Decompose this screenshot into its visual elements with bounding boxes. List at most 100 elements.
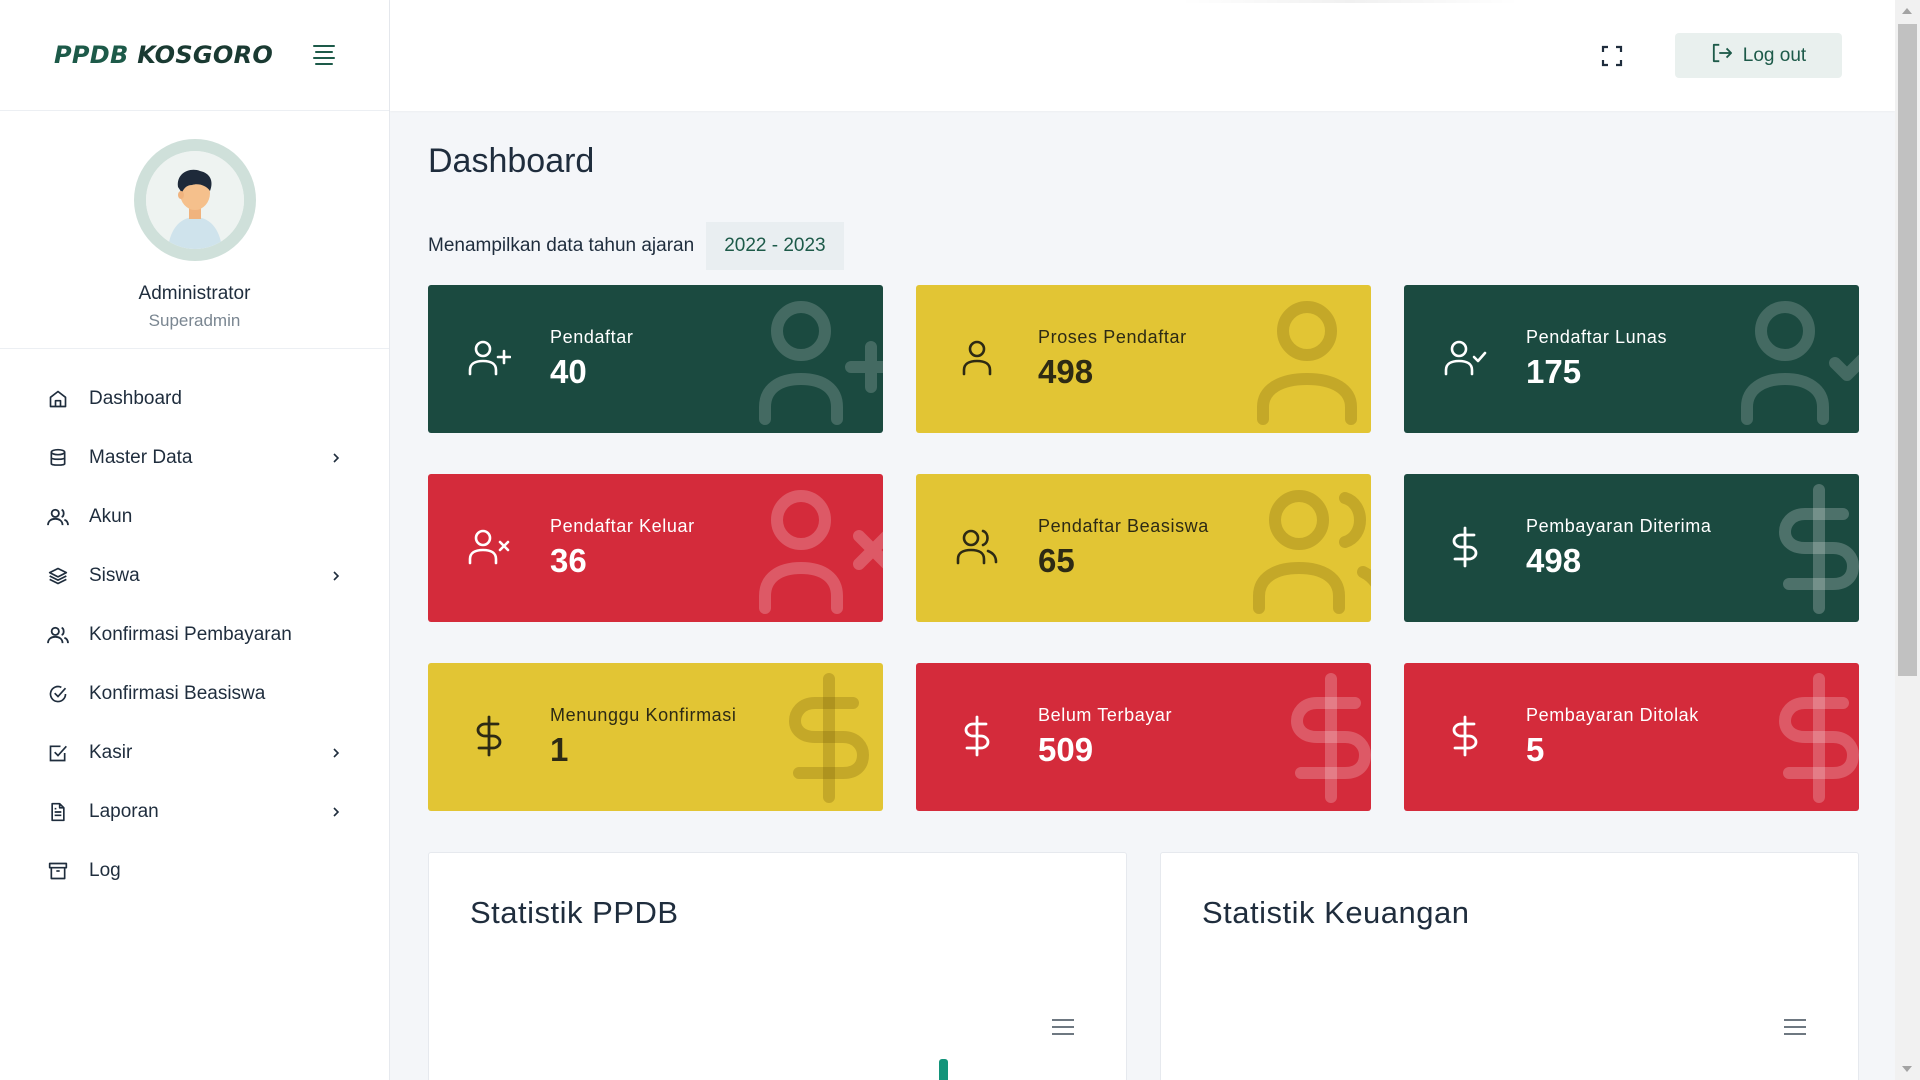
user-check-watermark-icon bbox=[1729, 295, 1859, 425]
sidebar-item-akun[interactable]: Akun bbox=[0, 487, 389, 546]
card-value: 509 bbox=[1038, 731, 1094, 768]
chevron-right-icon bbox=[329, 805, 343, 819]
fullscreen-icon[interactable] bbox=[1600, 44, 1624, 68]
logout-button[interactable]: Log out bbox=[1675, 33, 1842, 78]
sidebar: PPDB KOSGORO Administrator Superadmin Da… bbox=[0, 0, 390, 1080]
user-watermark-icon bbox=[1241, 295, 1371, 425]
card-title: Pembayaran Ditolak bbox=[1526, 705, 1699, 725]
card-value: 36 bbox=[550, 542, 587, 579]
card-pendaftar-beasiswa[interactable]: Pendaftar Beasiswa 65 bbox=[916, 474, 1371, 622]
sidebar-item-label: Kasir bbox=[89, 741, 133, 763]
users-icon bbox=[46, 505, 70, 529]
dollar-icon bbox=[466, 713, 512, 759]
card-title: Pendaftar Beasiswa bbox=[1038, 516, 1209, 536]
card-title: Menunggu Konfirmasi bbox=[550, 705, 737, 725]
sidebar-menu: Dashboard Master Data Akun Siswa Konfirm… bbox=[0, 349, 389, 900]
avatar bbox=[133, 139, 256, 261]
dollar-icon bbox=[954, 713, 1000, 759]
chart-bar bbox=[939, 1059, 948, 1080]
card-title: Pendaftar Lunas bbox=[1526, 327, 1668, 347]
sidebar-item-label: Dashboard bbox=[89, 387, 182, 409]
card-value: 498 bbox=[1526, 542, 1582, 579]
dollar-watermark-icon bbox=[1729, 673, 1859, 803]
sidebar-item-label: Master Data bbox=[89, 446, 193, 468]
sidebar-item-master-data[interactable]: Master Data bbox=[0, 428, 389, 487]
dollar-icon bbox=[1442, 713, 1488, 759]
sidebar-item-log[interactable]: Log bbox=[0, 841, 389, 900]
top-bar: Log out bbox=[390, 0, 1895, 111]
sidebar-item-label: Konfirmasi Pembayaran bbox=[89, 623, 292, 645]
page-scrollbar[interactable] bbox=[1895, 0, 1920, 1080]
sidebar-item-konfirmasi-beasiswa[interactable]: Konfirmasi Beasiswa bbox=[0, 664, 389, 723]
scroll-down-icon[interactable] bbox=[1902, 1066, 1912, 1072]
profile-name: Administrator bbox=[138, 283, 251, 304]
panel-statistik-ppdb: Statistik PPDB bbox=[428, 852, 1127, 1080]
users-icon bbox=[954, 524, 1000, 570]
card-menunggu-konfirmasi[interactable]: Menunggu Konfirmasi 1 bbox=[428, 663, 883, 811]
check-circle-icon bbox=[46, 682, 70, 706]
profile-role: Superadmin bbox=[148, 311, 241, 330]
panel-title: Statistik Keuangan bbox=[1202, 895, 1470, 930]
card-title: Proses Pendaftar bbox=[1038, 327, 1187, 347]
sidebar-item-kasir[interactable]: Kasir bbox=[0, 723, 389, 782]
card-title: Pendaftar bbox=[550, 327, 634, 347]
logout-icon bbox=[1711, 43, 1733, 68]
user-profile: Administrator Superadmin bbox=[0, 111, 389, 349]
brand-bar: PPDB KOSGORO bbox=[0, 0, 389, 111]
card-pembayaran-diterima[interactable]: Pembayaran Diterima 498 bbox=[1404, 474, 1859, 622]
check-square-icon bbox=[46, 741, 70, 765]
sidebar-item-label: Konfirmasi Beasiswa bbox=[89, 682, 266, 704]
user-x-watermark-icon bbox=[753, 484, 883, 614]
sidebar-item-siswa[interactable]: Siswa bbox=[0, 546, 389, 605]
dollar-watermark-icon bbox=[753, 673, 883, 803]
card-value: 40 bbox=[550, 353, 587, 390]
page-title: Dashboard bbox=[428, 142, 595, 180]
brand-part1: PPDB bbox=[54, 41, 129, 69]
header-shadow bbox=[1180, 0, 1520, 3]
main-content: Dashboard Menampilkan data tahun ajaran … bbox=[390, 111, 1895, 1080]
chart-menu-icon[interactable] bbox=[1052, 1019, 1074, 1035]
panel-title: Statistik PPDB bbox=[470, 895, 679, 930]
card-pendaftar-keluar[interactable]: Pendaftar Keluar 36 bbox=[428, 474, 883, 622]
year-filter: Menampilkan data tahun ajaran 2022 - 202… bbox=[428, 222, 844, 270]
database-icon bbox=[46, 446, 70, 470]
card-value: 498 bbox=[1038, 353, 1094, 390]
sidebar-item-dashboard[interactable]: Dashboard bbox=[0, 369, 389, 428]
brand-logo[interactable]: PPDB KOSGORO bbox=[54, 41, 273, 69]
sidebar-item-label: Siswa bbox=[89, 564, 140, 586]
dollar-watermark-icon bbox=[1241, 673, 1371, 803]
chart-menu-icon[interactable] bbox=[1784, 1019, 1806, 1035]
card-value: 1 bbox=[550, 731, 569, 768]
sidebar-toggle-icon[interactable] bbox=[313, 44, 339, 66]
sidebar-item-konfirmasi-pembayaran[interactable]: Konfirmasi Pembayaran bbox=[0, 605, 389, 664]
sidebar-item-laporan[interactable]: Laporan bbox=[0, 782, 389, 841]
card-value: 175 bbox=[1526, 353, 1582, 390]
chevron-right-icon bbox=[329, 569, 343, 583]
year-badge: 2022 - 2023 bbox=[706, 222, 844, 270]
dollar-watermark-icon bbox=[1729, 484, 1859, 614]
user-plus-icon bbox=[466, 335, 512, 381]
card-pendaftar-lunas[interactable]: Pendaftar Lunas 175 bbox=[1404, 285, 1859, 433]
file-text-icon bbox=[46, 800, 70, 824]
card-title: Belum Terbayar bbox=[1038, 705, 1173, 725]
brand-part2: KOSGORO bbox=[137, 41, 274, 69]
logout-label: Log out bbox=[1742, 44, 1807, 66]
card-pembayaran-ditolak[interactable]: Pembayaran Ditolak 5 bbox=[1404, 663, 1859, 811]
scroll-up-icon[interactable] bbox=[1902, 8, 1912, 14]
avatar-illustration bbox=[145, 151, 244, 249]
chevron-right-icon bbox=[329, 746, 343, 760]
card-pendaftar[interactable]: Pendaftar 40 bbox=[428, 285, 883, 433]
app-root: PPDB KOSGORO Administrator Superadmin Da… bbox=[0, 0, 1920, 1080]
card-value: 65 bbox=[1038, 542, 1075, 579]
card-title: Pembayaran Diterima bbox=[1526, 516, 1712, 536]
users-icon bbox=[46, 623, 70, 647]
user-icon bbox=[954, 335, 1000, 381]
scrollbar-thumb[interactable] bbox=[1898, 24, 1917, 676]
sidebar-item-label: Laporan bbox=[89, 800, 159, 822]
year-label: Menampilkan data tahun ajaran bbox=[428, 235, 695, 256]
card-proses-pendaftar[interactable]: Proses Pendaftar 498 bbox=[916, 285, 1371, 433]
user-check-icon bbox=[1442, 335, 1488, 381]
card-belum-terbayar[interactable]: Belum Terbayar 509 bbox=[916, 663, 1371, 811]
sidebar-item-label: Akun bbox=[89, 505, 133, 527]
card-value: 5 bbox=[1526, 731, 1545, 768]
